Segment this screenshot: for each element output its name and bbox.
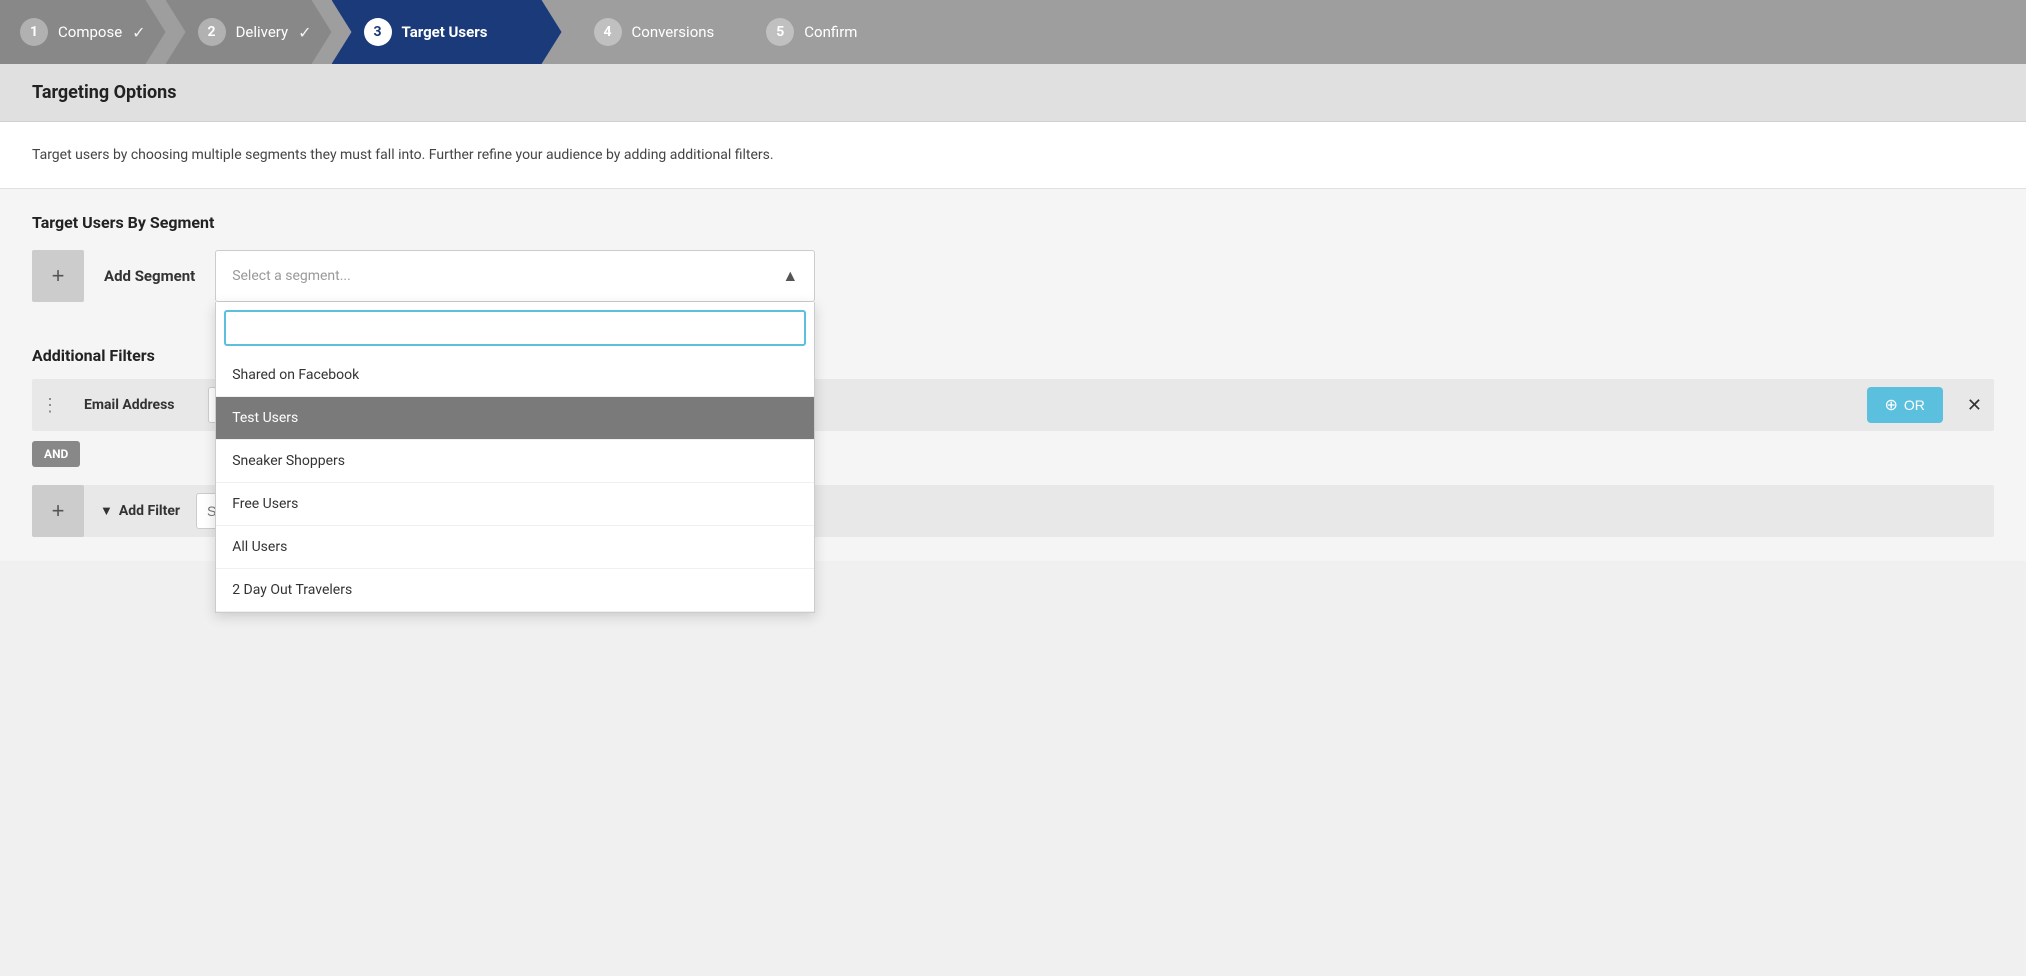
by-segment-heading: Target Users By Segment xyxy=(32,213,1994,232)
add-filter-label: ▼ Add Filter xyxy=(84,503,196,519)
segment-select-button[interactable]: Select a segment... ▲ xyxy=(215,250,815,302)
add-filter-text: Add Filter xyxy=(119,503,180,519)
step-num-2: 2 xyxy=(198,18,226,46)
filter-funnel-icon: ▼ xyxy=(100,503,113,519)
segment-dropdown: Shared on Facebook Test Users Sneaker Sh… xyxy=(215,302,815,613)
wizard-step-delivery[interactable]: 2 Delivery ✓ xyxy=(166,0,332,64)
compose-check-icon: ✓ xyxy=(132,23,145,42)
step-num-5: 5 xyxy=(766,18,794,46)
wizard-step-confirm[interactable]: 5 Confirm xyxy=(734,0,894,64)
wizard-step-compose[interactable]: 1 Compose ✓ xyxy=(0,0,166,64)
wizard-bar: 1 Compose ✓ 2 Delivery ✓ 3 Target Users … xyxy=(0,0,2026,64)
drag-handle-icon[interactable]: ⋮ xyxy=(32,379,68,431)
delivery-check-icon: ✓ xyxy=(298,23,311,42)
dropdown-arrow-icon: ▲ xyxy=(782,266,798,286)
section-header: Targeting Options xyxy=(0,64,2026,122)
dropdown-item-free-users[interactable]: Free Users xyxy=(216,483,814,526)
dropdown-item-all-users[interactable]: All Users xyxy=(216,526,814,569)
dropdown-item-shared-facebook[interactable]: Shared on Facebook xyxy=(216,354,814,397)
step-num-3: 3 xyxy=(364,18,392,46)
targeting-options-title: Targeting Options xyxy=(32,82,1994,103)
step-num-1: 1 xyxy=(20,18,48,46)
wizard-step-target-users[interactable]: 3 Target Users xyxy=(332,0,562,64)
add-segment-plus-button[interactable]: + xyxy=(32,250,84,302)
add-filter-plus-button[interactable]: + xyxy=(32,485,84,537)
dropdown-scroll[interactable]: Shared on Facebook Test Users Sneaker Sh… xyxy=(216,354,814,612)
filter-name-email: Email Address xyxy=(68,397,208,413)
main-content: Targeting Options Target users by choosi… xyxy=(0,64,2026,561)
plus-icon: + xyxy=(52,263,65,289)
description-text: Target users by choosing multiple segmen… xyxy=(32,144,1994,166)
or-label: OR xyxy=(1904,397,1925,413)
description-section: Target users by choosing multiple segmen… xyxy=(0,122,2026,189)
step-label-delivery: Delivery xyxy=(236,23,289,41)
dropdown-item-sneaker-shoppers[interactable]: Sneaker Shoppers xyxy=(216,440,814,483)
add-segment-row: + Add Segment Select a segment... ▲ Shar… xyxy=(32,250,1994,302)
dropdown-item-test-users[interactable]: Test Users xyxy=(216,397,814,440)
delete-icon: ✕ xyxy=(1967,395,1982,415)
target-segment-section: Target Users By Segment + Add Segment Se… xyxy=(0,189,2026,326)
step-label-conversions: Conversions xyxy=(632,23,715,41)
segment-select-container: Select a segment... ▲ Shared on Facebook… xyxy=(215,250,815,302)
segment-placeholder: Select a segment... xyxy=(232,268,351,284)
segment-search-input[interactable] xyxy=(224,310,806,346)
dropdown-item-2day-travelers[interactable]: 2 Day Out Travelers xyxy=(216,569,814,612)
step-label-compose: Compose xyxy=(58,23,122,41)
or-button[interactable]: ⊕ OR xyxy=(1867,387,1943,423)
delete-filter-button[interactable]: ✕ xyxy=(1955,396,1994,414)
wizard-step-conversions[interactable]: 4 Conversions xyxy=(562,0,735,64)
and-label: AND xyxy=(32,441,80,467)
step-label-confirm: Confirm xyxy=(804,23,857,41)
add-segment-label: Add Segment xyxy=(84,267,215,285)
step-num-4: 4 xyxy=(594,18,622,46)
or-plus-icon: ⊕ xyxy=(1885,395,1898,415)
step-label-target-users: Target Users xyxy=(402,23,488,41)
add-filter-plus-icon: + xyxy=(52,498,65,524)
